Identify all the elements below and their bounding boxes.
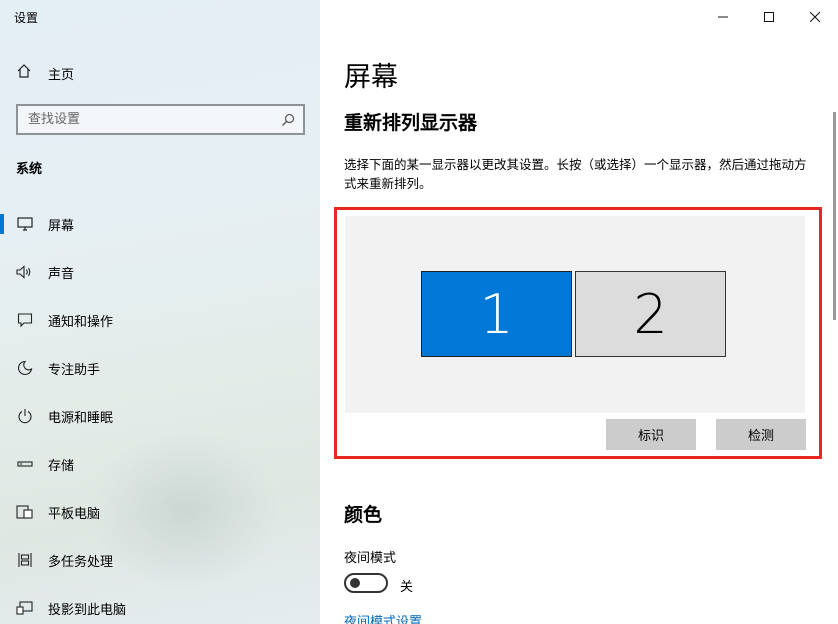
sidebar-item-label: 声音 <box>48 266 75 282</box>
night-mode-settings-link[interactable]: 夜间模式设置 <box>344 611 422 624</box>
monitor-icon <box>16 215 34 233</box>
app-title: 设置 <box>14 11 39 25</box>
sidebar-item-notifications[interactable]: 通知和操作 <box>0 296 320 344</box>
monitor-1[interactable]: 1 <box>421 271 572 357</box>
section-label: 系统 <box>16 162 43 177</box>
sidebar-item-label: 平板电脑 <box>48 506 101 522</box>
close-icon <box>809 7 821 26</box>
minimize-button[interactable] <box>700 0 746 32</box>
home-icon <box>16 63 32 83</box>
speaker-icon <box>16 263 34 281</box>
notification-icon <box>16 311 34 329</box>
identify-button[interactable]: 标识 <box>606 419 696 450</box>
display-arrangement-area[interactable]: 1 2 <box>345 216 805 413</box>
sidebar-item-storage[interactable]: 存储 <box>0 440 320 488</box>
rearrange-description: 选择下面的某一显示器以更改其设置。长按（或选择）一个显示器，然后通过拖动方式来重… <box>344 157 807 191</box>
sidebar-item-focus-assist[interactable]: 专注助手 <box>0 344 320 392</box>
search-icon[interactable] <box>281 112 295 131</box>
rearrange-title: 重新排列显示器 <box>344 112 478 134</box>
power-icon <box>16 407 34 425</box>
sidebar-item-label: 存储 <box>48 458 75 474</box>
main-content: 屏幕 重新排列显示器 选择下面的某一显示器以更改其设置。长按（或选择）一个显示器… <box>320 0 838 624</box>
page-title: 屏幕 <box>344 62 398 93</box>
storage-icon <box>16 455 34 473</box>
multitask-icon <box>16 551 34 569</box>
sidebar: 设置 主页 系统 屏幕 声音 通知和操作 <box>0 0 320 624</box>
search-box[interactable] <box>16 104 305 135</box>
sidebar-item-power[interactable]: 电源和睡眠 <box>0 392 320 440</box>
sidebar-item-tablet[interactable]: 平板电脑 <box>0 488 320 536</box>
sidebar-item-label: 电源和睡眠 <box>48 410 114 426</box>
sidebar-item-multitasking[interactable]: 多任务处理 <box>0 536 320 584</box>
sidebar-item-label: 屏幕 <box>48 218 75 234</box>
scrollbar[interactable] <box>833 112 836 320</box>
moon-icon <box>16 359 34 377</box>
toggle-knob <box>350 578 360 588</box>
sidebar-item-display[interactable]: 屏幕 <box>0 200 320 248</box>
sidebar-item-label: 通知和操作 <box>48 314 114 330</box>
detect-button[interactable]: 检测 <box>716 419 806 450</box>
sidebar-item-label: 专注助手 <box>48 362 101 378</box>
night-mode-toggle[interactable] <box>344 573 388 593</box>
sidebar-nav: 屏幕 声音 通知和操作 专注助手 电源和睡眠 存储 平板电脑 多任务处理 投影到… <box>0 200 320 624</box>
window-controls <box>700 0 838 32</box>
project-icon <box>16 599 34 617</box>
search-input[interactable] <box>28 112 268 127</box>
tablet-icon <box>16 503 34 521</box>
sidebar-item-label: 多任务处理 <box>48 554 114 570</box>
sidebar-home-label: 主页 <box>48 67 75 83</box>
sidebar-home[interactable]: 主页 <box>0 58 320 88</box>
sidebar-item-label: 投影到此电脑 <box>48 602 127 618</box>
color-section-title: 颜色 <box>344 504 383 526</box>
monitor-2[interactable]: 2 <box>575 271 726 357</box>
sidebar-item-sound[interactable]: 声音 <box>0 248 320 296</box>
minimize-icon <box>718 7 728 26</box>
night-mode-label: 夜间模式 <box>344 551 397 566</box>
close-button[interactable] <box>792 0 838 32</box>
maximize-icon <box>764 7 774 26</box>
night-mode-state: 关 <box>400 580 414 595</box>
maximize-button[interactable] <box>746 0 792 32</box>
sidebar-item-project[interactable]: 投影到此电脑 <box>0 584 320 624</box>
